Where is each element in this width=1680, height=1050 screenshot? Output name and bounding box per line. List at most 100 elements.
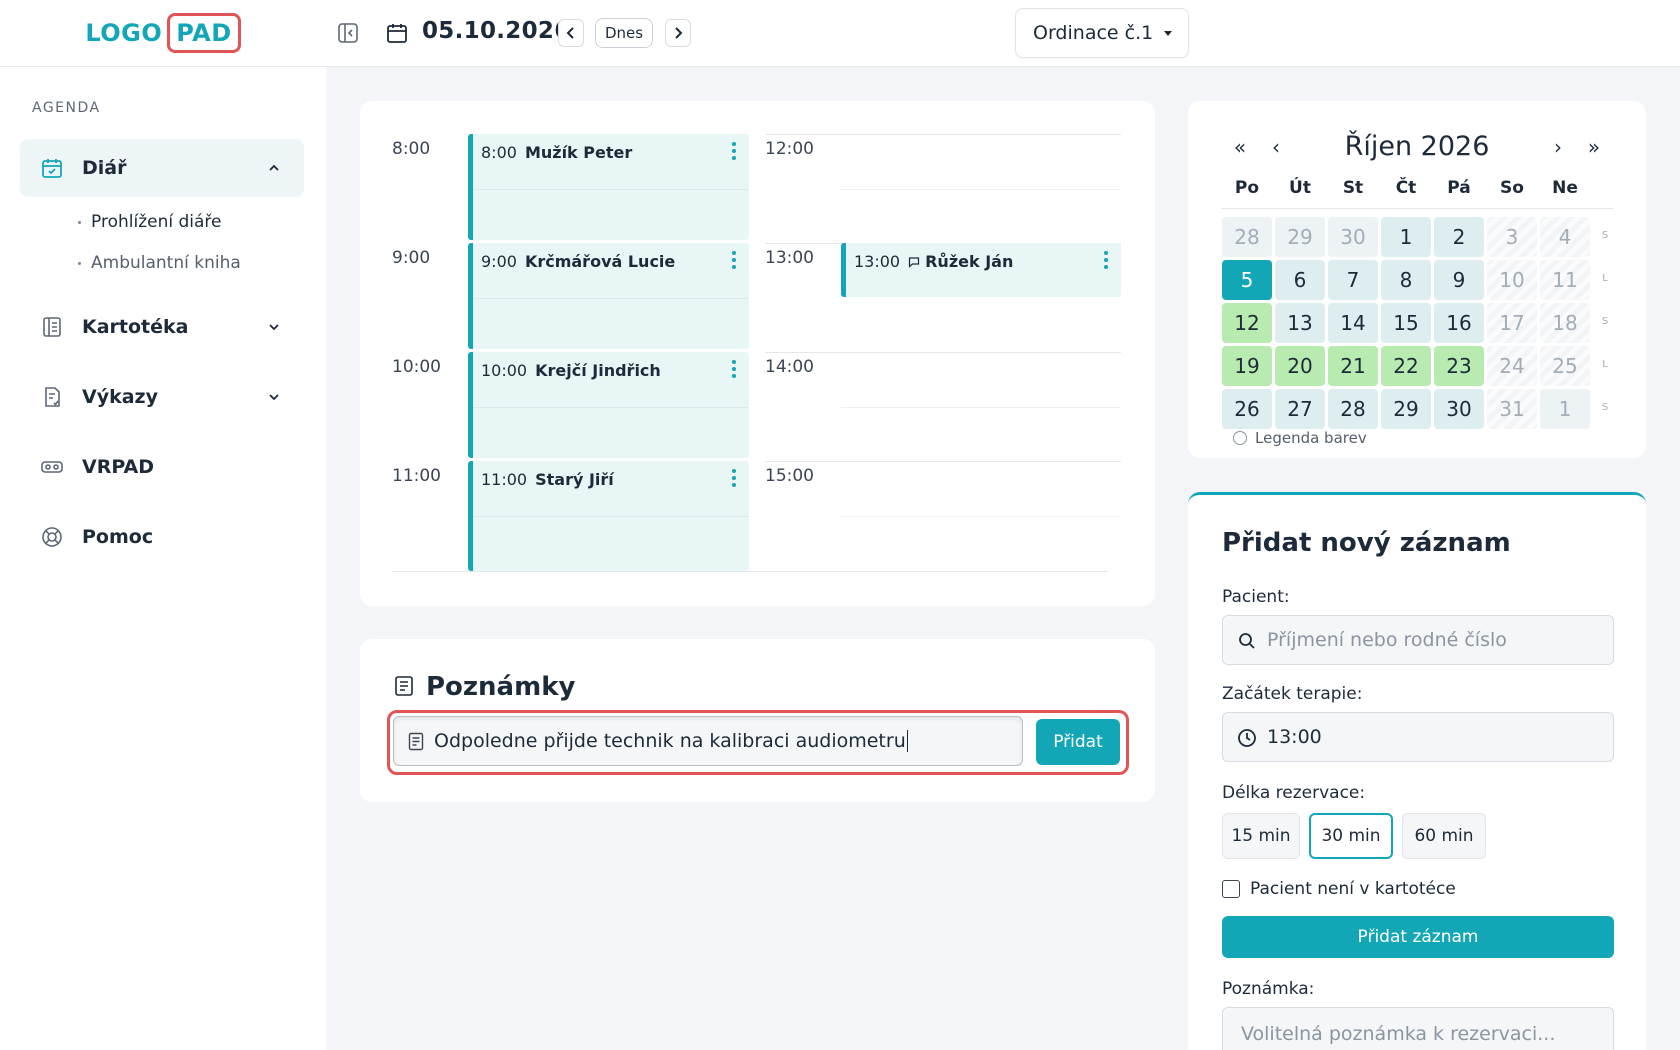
calendar-day[interactable]: 14 bbox=[1328, 303, 1378, 343]
prev-day-button[interactable] bbox=[558, 19, 584, 47]
calendar-day[interactable]: 15 bbox=[1381, 303, 1431, 343]
calendar-day[interactable]: 16 bbox=[1434, 303, 1484, 343]
appointment-card[interactable]: 11:00 Starý Jiří bbox=[468, 461, 749, 571]
room-select[interactable]: Ordinace č.1 bbox=[1015, 8, 1189, 58]
duration-30-button[interactable]: 30 min bbox=[1309, 813, 1393, 859]
calendar-day[interactable]: 24 bbox=[1487, 346, 1537, 386]
subitem-label: Prohlížení diáře bbox=[91, 212, 222, 232]
next-day-button[interactable] bbox=[665, 19, 691, 47]
calendar-day[interactable]: 26 bbox=[1222, 389, 1272, 429]
more-options-icon[interactable] bbox=[731, 251, 737, 271]
notes-card: Poznámky Odpoledne přijde technik na kal… bbox=[360, 639, 1155, 802]
half-hour-divider bbox=[473, 407, 749, 408]
calendar-day[interactable]: 27 bbox=[1275, 389, 1325, 429]
topbar: 05.10.2026 Dnes Ordinace č.1 bbox=[326, 0, 1680, 67]
calendar-day[interactable]: 22 bbox=[1381, 346, 1431, 386]
sidebar-subitem-ambulantni-kniha[interactable]: Ambulantní kniha bbox=[78, 253, 241, 273]
calendar-day[interactable]: 6 bbox=[1275, 260, 1325, 300]
more-options-icon[interactable] bbox=[1103, 251, 1109, 271]
prev-month-button[interactable]: ‹ bbox=[1266, 135, 1286, 159]
text-cursor bbox=[906, 730, 908, 752]
checkbox[interactable] bbox=[1222, 880, 1240, 898]
add-record-button[interactable]: Přidat záznam bbox=[1222, 916, 1614, 958]
start-time-input[interactable]: 13:00 bbox=[1222, 712, 1614, 762]
appointment-card[interactable]: 9:00 Krčmářová Lucie bbox=[468, 243, 749, 349]
sidebar-item-label: Výkazy bbox=[82, 386, 158, 408]
calendar-day[interactable]: 9 bbox=[1434, 260, 1484, 300]
not-in-registry-checkbox[interactable]: Pacient není v kartotéce bbox=[1222, 879, 1456, 899]
patient-search-input[interactable]: Příjmení nebo rodné číslo bbox=[1222, 615, 1614, 665]
sidebar-item-diar[interactable]: Diář bbox=[20, 139, 304, 197]
sidebar-item-vrpad[interactable]: VRPAD bbox=[20, 438, 304, 496]
calendar-day[interactable]: 17 bbox=[1487, 303, 1537, 343]
more-options-icon[interactable] bbox=[731, 360, 737, 380]
calendar-day[interactable]: 2 bbox=[1434, 217, 1484, 257]
calendar-day[interactable]: 28 bbox=[1328, 389, 1378, 429]
note-input[interactable]: Odpoledne přijde technik na kalibraci au… bbox=[393, 716, 1023, 766]
current-date[interactable]: 05.10.2026 bbox=[422, 18, 571, 44]
calendar-day[interactable]: 30 bbox=[1434, 389, 1484, 429]
logo[interactable]: LOGO PAD bbox=[85, 13, 241, 53]
calendar-day[interactable]: 11 bbox=[1540, 260, 1590, 300]
time-label: 14:00 bbox=[765, 357, 814, 377]
calendar-day[interactable]: 20 bbox=[1275, 346, 1325, 386]
calendar-day[interactable]: 23 bbox=[1434, 346, 1484, 386]
appointment-card[interactable]: 10:00 Krejčí Jindřich bbox=[468, 352, 749, 458]
calendar-icon[interactable] bbox=[384, 20, 410, 46]
calendar-day[interactable]: 30 bbox=[1328, 217, 1378, 257]
weekday-label: Pá bbox=[1447, 178, 1471, 198]
calendar-day[interactable]: 5 bbox=[1222, 260, 1272, 300]
sidebar-item-pomoc[interactable]: Pomoc bbox=[20, 508, 304, 566]
weekday-label: St bbox=[1342, 178, 1364, 198]
half-hour-divider bbox=[841, 516, 1121, 517]
calendar-day[interactable]: 8 bbox=[1381, 260, 1431, 300]
calendar-day[interactable]: 12 bbox=[1222, 303, 1272, 343]
calendar-day[interactable]: 29 bbox=[1275, 217, 1325, 257]
duration-60-button[interactable]: 60 min bbox=[1402, 813, 1486, 859]
logo-bar: LOGO PAD bbox=[0, 0, 326, 67]
calendar-day[interactable]: 4 bbox=[1540, 217, 1590, 257]
calendar-day[interactable]: 18 bbox=[1540, 303, 1590, 343]
calendar-day[interactable]: 19 bbox=[1222, 346, 1272, 386]
today-button[interactable]: Dnes bbox=[595, 18, 653, 48]
reservation-note-input[interactable]: Volitelná poznámka k rezervaci... bbox=[1222, 1007, 1614, 1050]
sidebar-item-kartoteka[interactable]: Kartotéka bbox=[20, 298, 304, 356]
logo-part-1: LOGO bbox=[85, 19, 163, 47]
calendar-day[interactable]: 3 bbox=[1487, 217, 1537, 257]
time-label: 9:00 bbox=[392, 248, 431, 268]
sidebar-subitem-prohlizeni-diare[interactable]: Prohlížení diáře bbox=[78, 212, 221, 232]
note-icon bbox=[408, 732, 424, 751]
sidebar: LOGO PAD AGENDA Diář Prohlížení diáře Am… bbox=[0, 0, 326, 1050]
calendar-day[interactable]: 1 bbox=[1540, 389, 1590, 429]
calendar-day[interactable]: 29 bbox=[1381, 389, 1431, 429]
checkbox-label: Pacient není v kartotéce bbox=[1250, 879, 1456, 899]
prev-year-button[interactable]: « bbox=[1230, 135, 1250, 159]
color-legend-link[interactable]: Legenda barev bbox=[1233, 429, 1367, 447]
appointment-card[interactable]: 8:00 Mužík Peter bbox=[468, 134, 749, 240]
hour-divider bbox=[392, 571, 1108, 572]
next-year-button[interactable]: » bbox=[1584, 135, 1604, 159]
more-options-icon[interactable] bbox=[731, 142, 737, 162]
calendar-day[interactable]: 7 bbox=[1328, 260, 1378, 300]
calendar-day[interactable]: 13 bbox=[1275, 303, 1325, 343]
calendar-day[interactable]: 1 bbox=[1381, 217, 1431, 257]
time-label: 12:00 bbox=[765, 139, 814, 159]
sidebar-item-vykazy[interactable]: Výkazy bbox=[20, 368, 304, 426]
next-month-button[interactable]: › bbox=[1548, 135, 1568, 159]
calendar-day[interactable]: 25 bbox=[1540, 346, 1590, 386]
lifebuoy-icon bbox=[40, 525, 64, 549]
more-options-icon[interactable] bbox=[731, 469, 737, 489]
duration-15-button[interactable]: 15 min bbox=[1222, 813, 1300, 859]
calendar-day[interactable]: 10 bbox=[1487, 260, 1537, 300]
calendar-day[interactable]: 28 bbox=[1222, 217, 1272, 257]
calendar-divider bbox=[1221, 208, 1613, 209]
half-hour-divider bbox=[841, 189, 1121, 190]
chevron-up-icon bbox=[269, 164, 279, 171]
calendar-day[interactable]: 31 bbox=[1487, 389, 1537, 429]
calendar-day[interactable]: 21 bbox=[1328, 346, 1378, 386]
appointment-patient: Mužík Peter bbox=[524, 143, 633, 162]
add-note-button[interactable]: Přidat bbox=[1036, 719, 1120, 765]
collapse-sidebar-button[interactable] bbox=[336, 21, 360, 45]
start-label: Začátek terapie: bbox=[1222, 684, 1363, 704]
appointment-card[interactable]: 13:00 Růžek Ján bbox=[841, 243, 1121, 297]
